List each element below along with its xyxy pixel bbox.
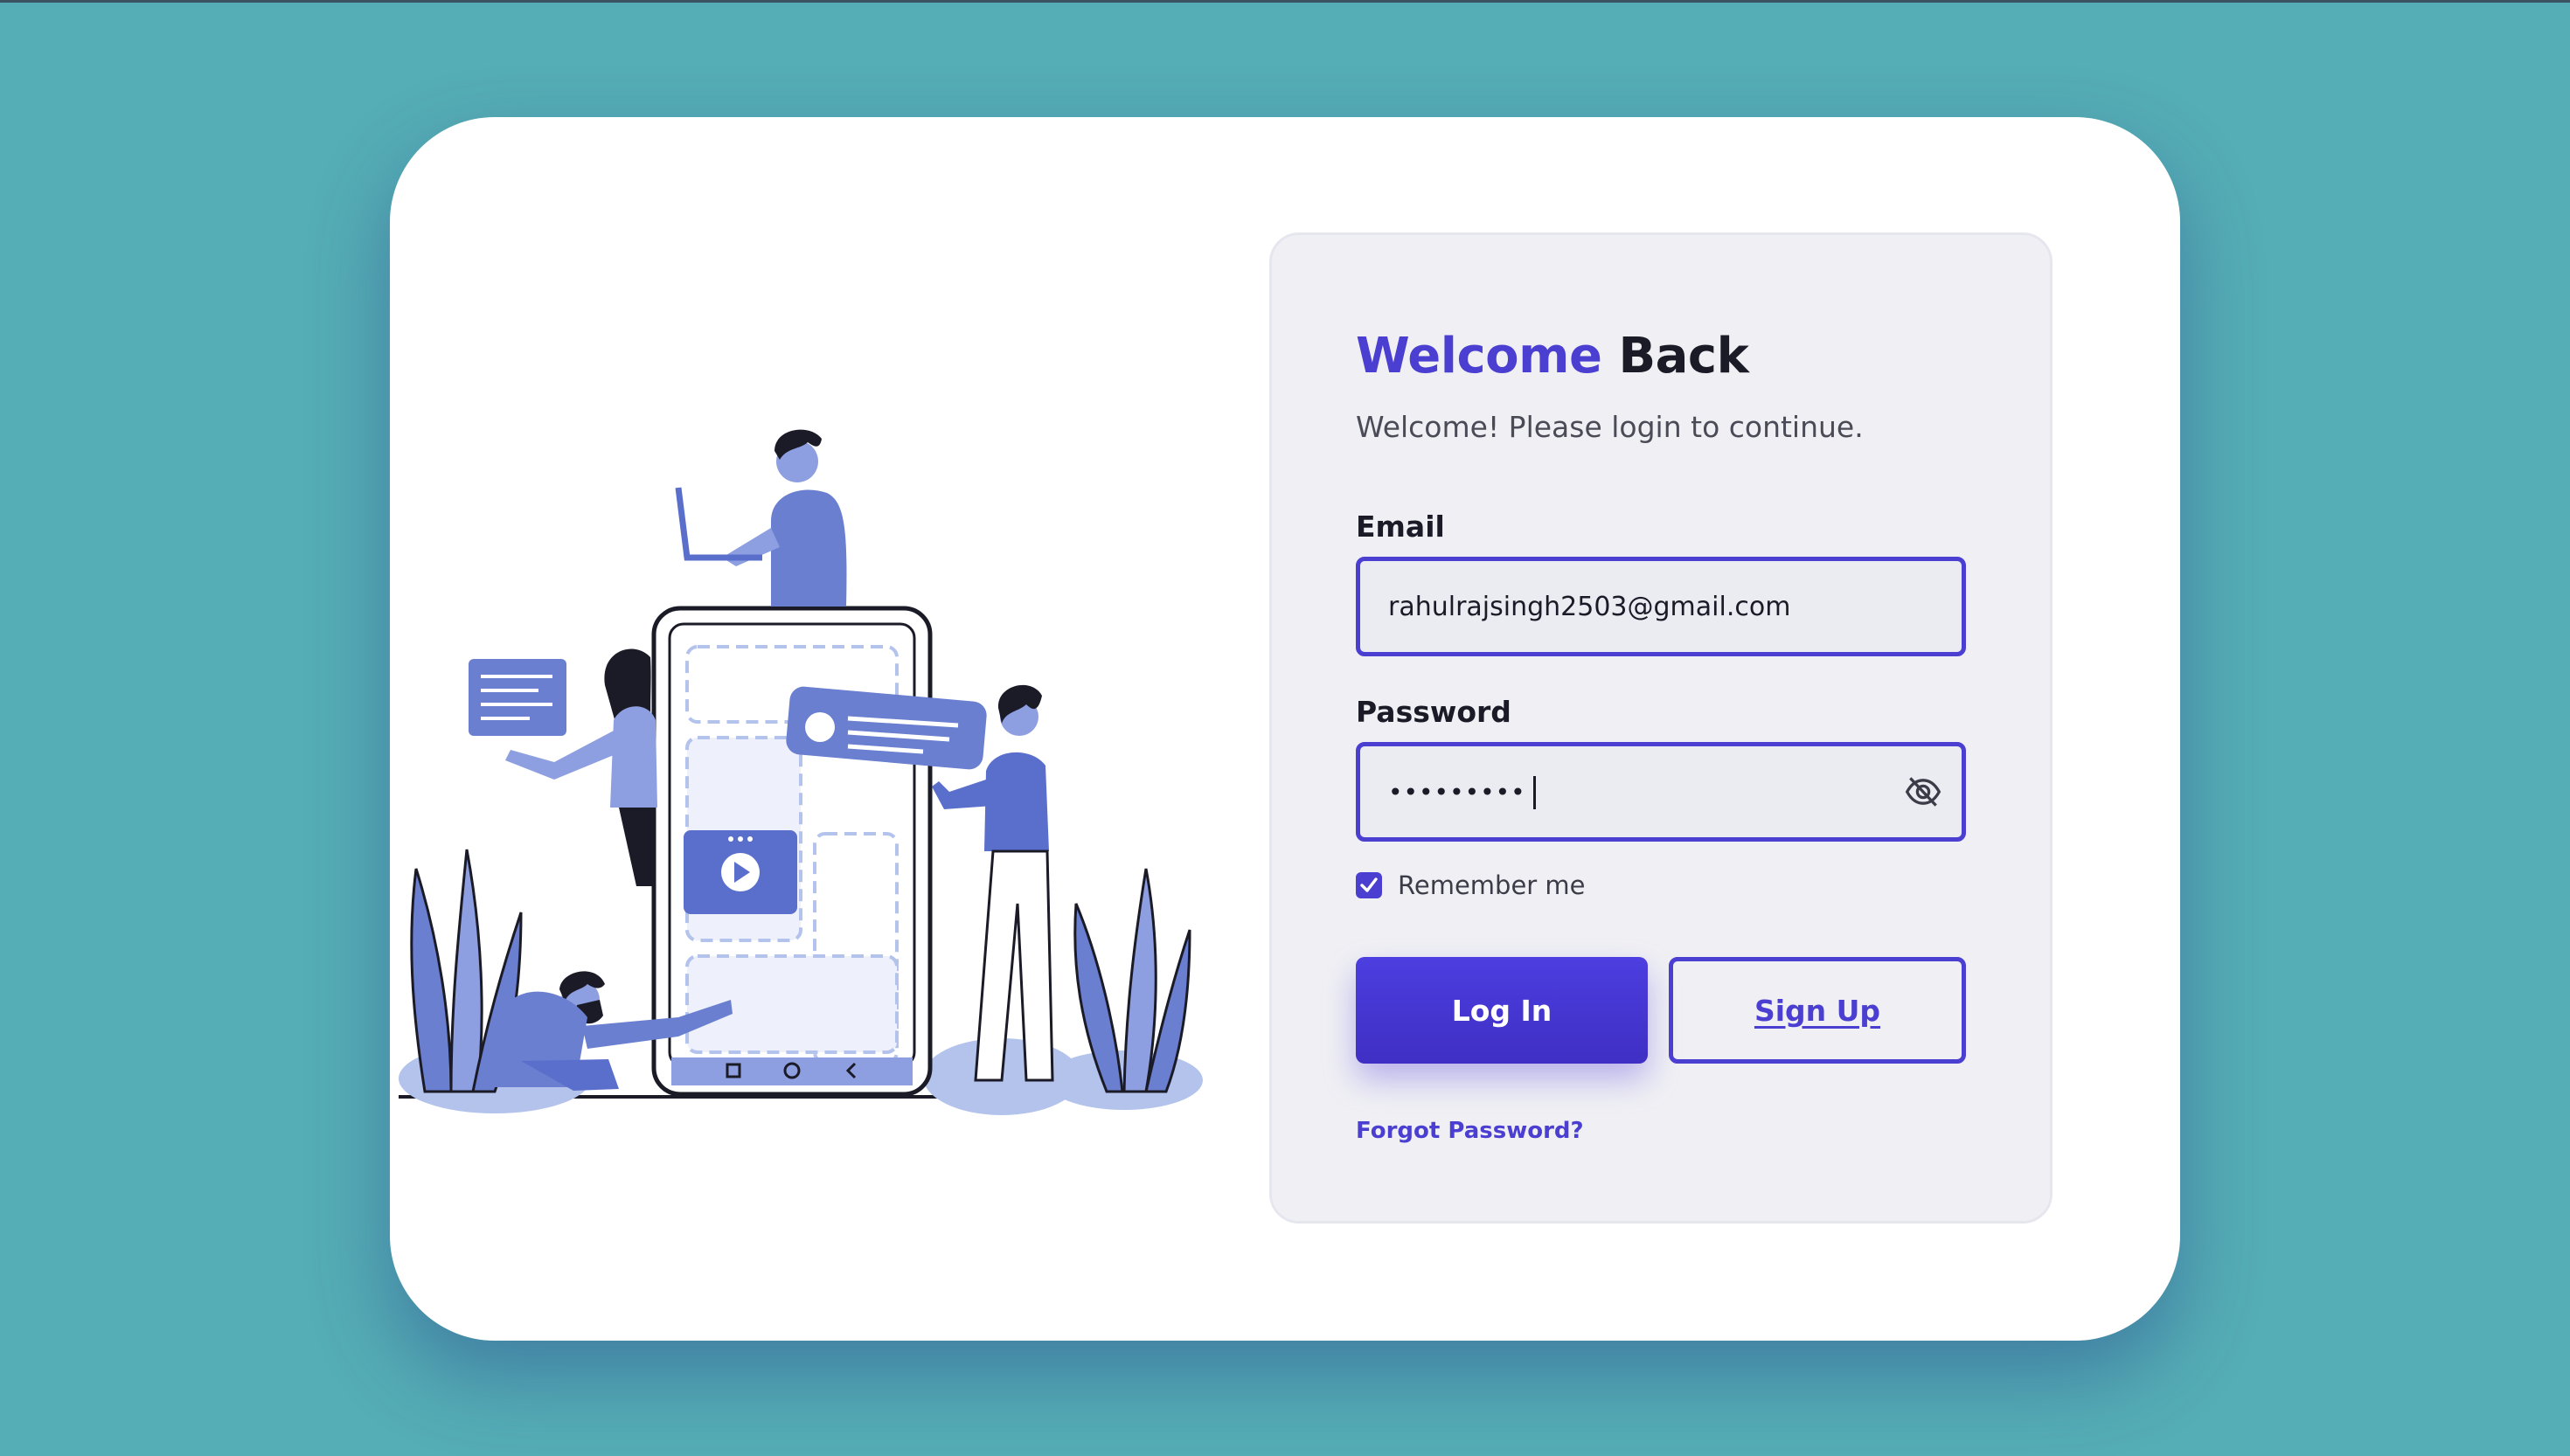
remember-label: Remember me	[1398, 870, 1586, 900]
text-caret	[1533, 776, 1536, 809]
remember-me: Remember me	[1356, 870, 1586, 901]
email-field[interactable]	[1356, 557, 1966, 656]
title-rest: Back	[1618, 328, 1749, 385]
check-icon	[1360, 877, 1378, 892]
forgot-password-link[interactable]: Forgot Password?	[1356, 1118, 1584, 1144]
page-title: Welcome Back	[1356, 328, 1749, 385]
login-panel: Welcome Back Welcome! Please login to co…	[1269, 232, 2053, 1224]
eye-slash-icon[interactable]	[1904, 773, 1942, 811]
signup-button[interactable]: Sign Up	[1669, 957, 1966, 1064]
password-label: Password	[1356, 695, 1511, 729]
login-card: Welcome Back Welcome! Please login to co…	[390, 117, 2180, 1341]
email-label: Email	[1356, 510, 1445, 544]
password-field[interactable]	[1356, 742, 1966, 842]
subtitle: Welcome! Please login to continue.	[1356, 410, 1864, 444]
remember-checkbox[interactable]	[1356, 872, 1382, 898]
mobile-app-team-illustration	[399, 429, 1203, 1115]
login-button[interactable]: Log In	[1356, 957, 1648, 1064]
window-top-edge	[0, 0, 2570, 3]
title-accent: Welcome	[1356, 328, 1602, 385]
password-input[interactable]	[1388, 746, 1528, 837]
email-input[interactable]	[1388, 561, 1878, 652]
